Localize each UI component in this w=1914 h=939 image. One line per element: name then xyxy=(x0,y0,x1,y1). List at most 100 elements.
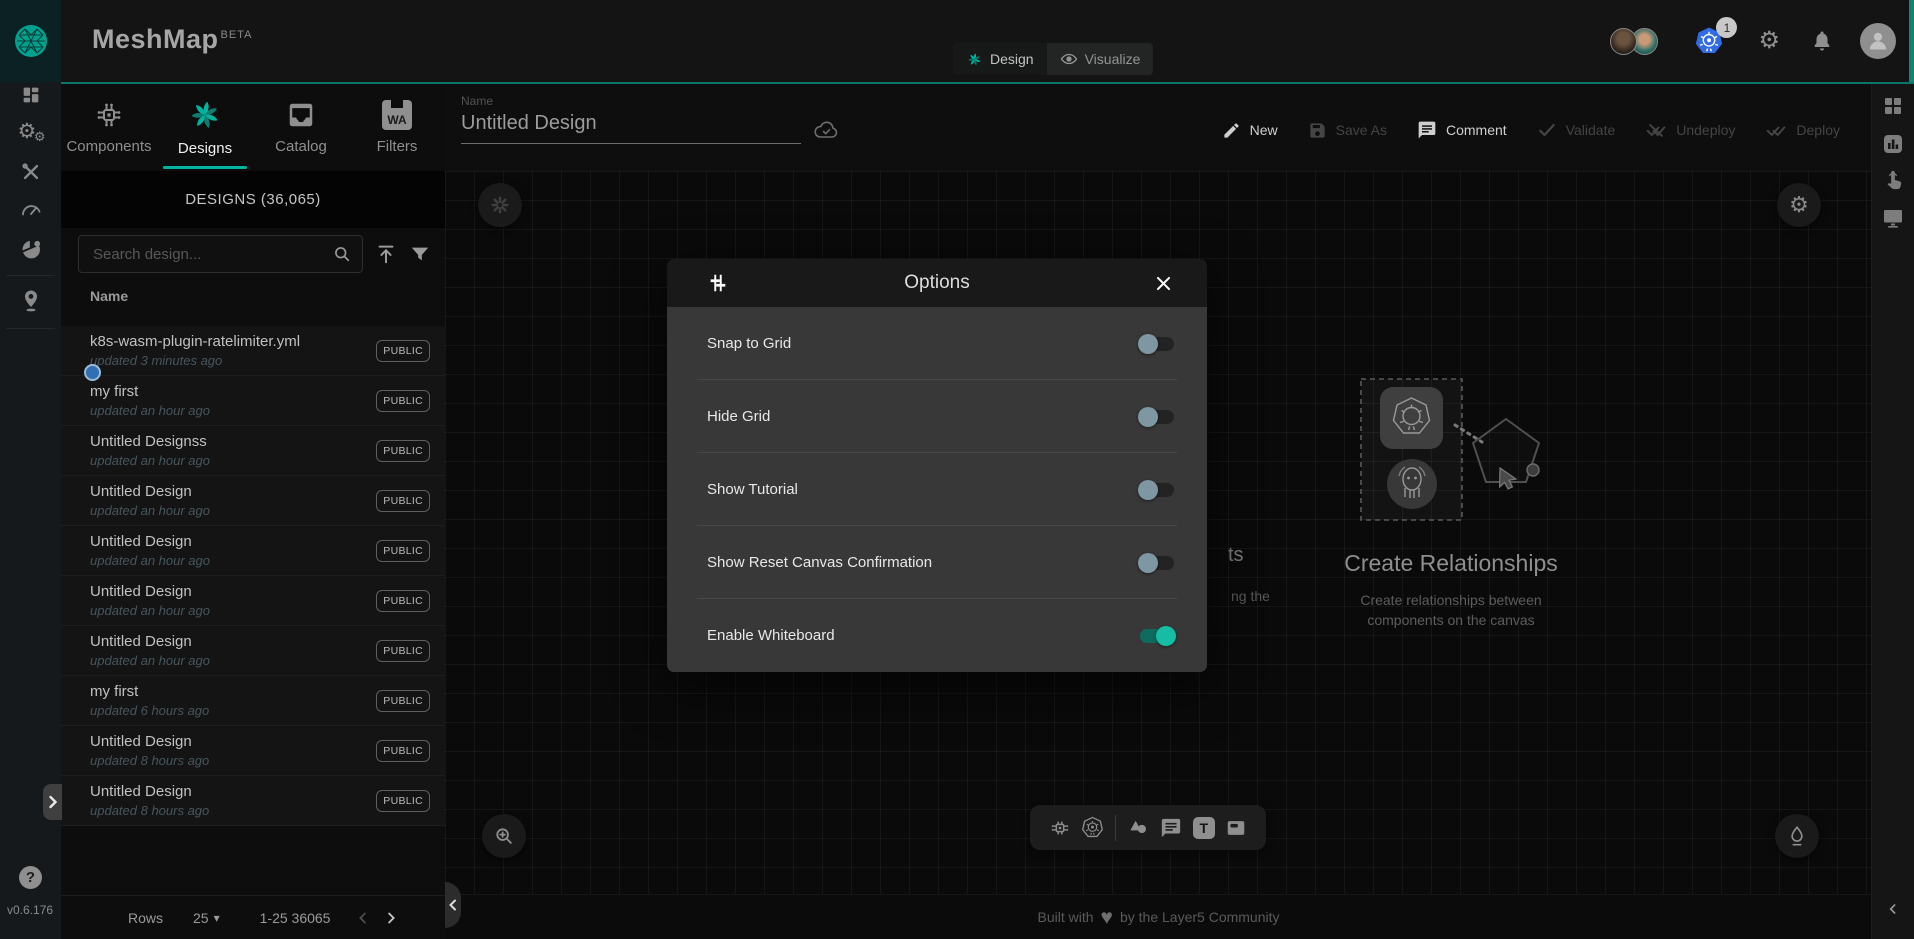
caret-down-icon: ▾ xyxy=(214,911,220,925)
upload-icon xyxy=(375,243,397,265)
design-updated: updated an hour ago xyxy=(90,403,210,418)
tab-components[interactable]: Components xyxy=(61,84,157,171)
nav-rail: ⚙ ⚙ xyxy=(0,82,61,939)
page-range: 1-25 36065 xyxy=(260,910,331,926)
help-button[interactable]: ? xyxy=(19,866,42,889)
undeploy-button[interactable]: Undeploy xyxy=(1645,120,1735,140)
show-tutorial-toggle[interactable] xyxy=(1140,483,1174,497)
design-row[interactable]: Untitled Design updated 8 hours ago PUBL… xyxy=(61,776,445,826)
prev-page-button[interactable] xyxy=(354,909,372,927)
tab-filters[interactable]: WA Filters xyxy=(349,84,445,171)
sidebar-item-configuration[interactable] xyxy=(0,155,61,189)
dock-display-button[interactable] xyxy=(1872,202,1914,234)
occluded-card-title-fragment: ts xyxy=(1228,544,1244,567)
catalog-inbox-icon xyxy=(286,100,316,130)
sidebar-item-meshmap[interactable] xyxy=(0,284,61,318)
design-row[interactable]: Untitled Designss updated an hour ago PU… xyxy=(61,426,445,476)
new-button[interactable]: New xyxy=(1222,121,1278,140)
k8s-context-button[interactable]: 1 xyxy=(1694,26,1724,56)
footer-text-suffix: by the Layer5 Community xyxy=(1120,909,1280,925)
design-row[interactable]: k8s-wasm-plugin-ratelimiter.yml updated … xyxy=(61,326,445,376)
design-row[interactable]: my first updated 6 hours ago PUBLIC xyxy=(61,676,445,726)
empty-state-description: Create relationships between components … xyxy=(1331,590,1571,631)
collaborator-avatar-1[interactable] xyxy=(1610,28,1637,55)
dock-dashboard-button[interactable] xyxy=(1872,90,1914,122)
design-row[interactable]: Untitled Design updated an hour ago PUBL… xyxy=(61,526,445,576)
canvas-settings-button[interactable]: ⚙ xyxy=(1777,183,1821,227)
user-avatar[interactable] xyxy=(1860,23,1896,59)
right-dock xyxy=(1871,82,1914,939)
visibility-badge: PUBLIC xyxy=(376,440,430,462)
mode-design[interactable]: Design xyxy=(953,43,1047,75)
funnel-icon xyxy=(409,243,431,265)
design-row[interactable]: Untitled Design updated an hour ago PUBL… xyxy=(61,576,445,626)
kubernetes-tool[interactable] xyxy=(1081,816,1104,839)
deploy-button[interactable]: Deploy xyxy=(1765,120,1840,140)
design-name: Untitled Design xyxy=(90,783,209,800)
tab-designs[interactable]: Designs xyxy=(157,84,253,171)
components-tool[interactable] xyxy=(1049,817,1071,839)
sidebar-item-mesh[interactable] xyxy=(0,232,61,266)
undeploy-cross-check-icon xyxy=(1645,120,1667,140)
chevron-right-icon xyxy=(47,795,59,809)
canvas-reset-button[interactable] xyxy=(478,183,522,227)
mode-visualize[interactable]: Visualize xyxy=(1047,43,1154,75)
designs-spiral-icon xyxy=(188,98,222,132)
dock-chart-button[interactable] xyxy=(1872,128,1914,160)
expand-panel-button[interactable] xyxy=(43,784,62,820)
design-row[interactable]: Untitled Design updated an hour ago PUBL… xyxy=(61,476,445,526)
comment-tool[interactable] xyxy=(1160,817,1182,839)
tab-catalog[interactable]: Catalog xyxy=(253,84,349,171)
text-tool[interactable]: T xyxy=(1193,817,1215,839)
hide-grid-toggle[interactable] xyxy=(1140,410,1174,424)
option-row-show-tutorial: Show Tutorial xyxy=(667,453,1207,526)
design-row[interactable]: Untitled Design updated 8 hours ago PUBL… xyxy=(61,726,445,776)
visibility-badge: PUBLIC xyxy=(376,790,430,812)
settings-gear-icon[interactable]: ⚙ xyxy=(1758,29,1780,53)
meshery-spiral-icon xyxy=(966,51,983,68)
enable-whiteboard-toggle[interactable] xyxy=(1140,629,1174,643)
zoom-in-button[interactable] xyxy=(482,814,526,858)
filter-designs-button[interactable] xyxy=(409,243,431,265)
beta-badge: BETA xyxy=(221,29,253,41)
dialog-title: Options xyxy=(667,272,1207,294)
validate-button[interactable]: Validate xyxy=(1537,120,1616,140)
design-updated: updated 8 hours ago xyxy=(90,753,209,768)
sidebar-item-dashboard[interactable] xyxy=(0,78,61,112)
rows-label: Rows xyxy=(128,910,163,926)
layer5-logo[interactable] xyxy=(0,0,61,82)
rows-per-page-select[interactable]: 25 ▾ xyxy=(193,910,220,926)
eye-icon xyxy=(1060,50,1078,68)
header-actions: 1 ⚙ xyxy=(1610,0,1896,82)
notifications-bell-icon[interactable] xyxy=(1810,29,1834,53)
panel-tabs: Components Designs xyxy=(61,84,445,171)
design-row[interactable]: Untitled Design updated an hour ago PUBL… xyxy=(61,626,445,676)
search-input[interactable] xyxy=(91,245,332,264)
design-name-input[interactable] xyxy=(461,112,801,144)
reset-canvas-confirmation-toggle[interactable] xyxy=(1140,556,1174,570)
import-design-button[interactable] xyxy=(375,243,397,265)
sidebar-item-lifecycle[interactable]: ⚙ ⚙ xyxy=(0,117,61,151)
media-tool[interactable] xyxy=(1225,817,1247,839)
snap-to-grid-toggle[interactable] xyxy=(1140,337,1174,351)
collapse-right-dock-button[interactable] xyxy=(1872,893,1914,925)
wasm-filter-icon: WA xyxy=(382,100,412,130)
design-updated: updated an hour ago xyxy=(90,553,210,568)
publish-button[interactable] xyxy=(1775,814,1819,858)
occluded-card-desc-fragment: ng the xyxy=(1231,588,1270,604)
design-name: Untitled Design xyxy=(90,633,210,650)
save-as-button[interactable]: Save As xyxy=(1308,121,1387,140)
visibility-badge: PUBLIC xyxy=(376,690,430,712)
shapes-tool[interactable] xyxy=(1127,816,1150,839)
design-row[interactable]: my first updated an hour ago PUBLIC xyxy=(61,376,445,426)
components-chip-icon xyxy=(94,100,124,130)
next-page-button[interactable] xyxy=(382,909,400,927)
heart-icon: ♥ xyxy=(1101,907,1113,928)
dock-interact-button[interactable] xyxy=(1872,165,1914,197)
sidebar-item-performance[interactable] xyxy=(0,193,61,227)
rail-divider xyxy=(6,328,55,329)
close-dialog-button[interactable] xyxy=(1154,274,1173,293)
visibility-badge: PUBLIC xyxy=(376,640,430,662)
visibility-badge: PUBLIC xyxy=(376,390,430,412)
comment-button[interactable]: Comment xyxy=(1417,120,1507,140)
